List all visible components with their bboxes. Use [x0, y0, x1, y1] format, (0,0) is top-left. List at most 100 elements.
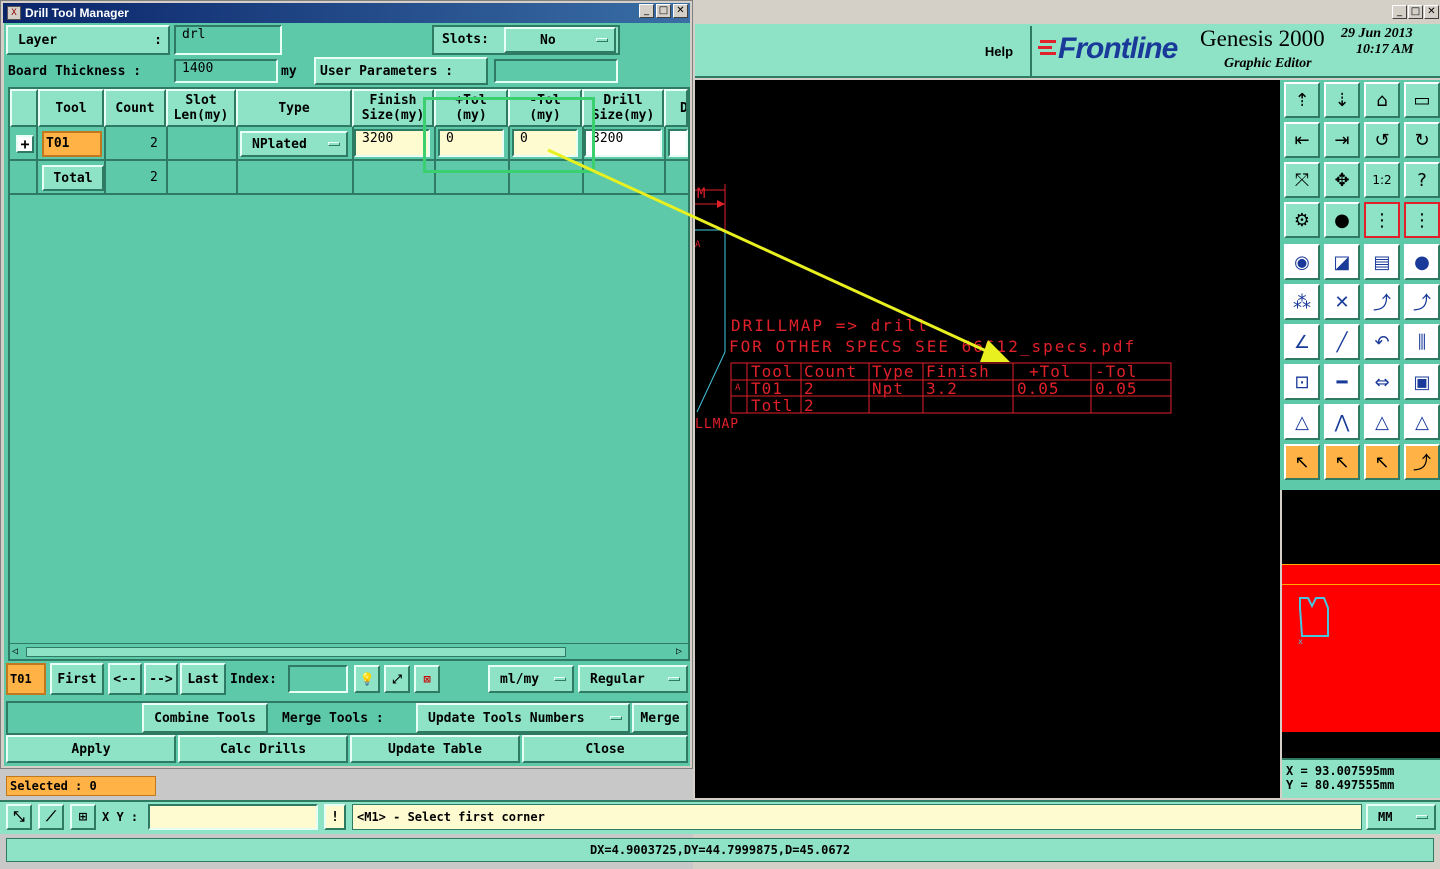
- scroll-left-icon[interactable]: ◁: [12, 646, 18, 657]
- col-header-finish-size[interactable]: Finish Size(my): [352, 89, 434, 127]
- save-icon[interactable]: ⇣: [1324, 82, 1360, 118]
- arc-icon[interactable]: ↶: [1364, 324, 1400, 360]
- triangle-2-icon[interactable]: ⋀: [1324, 404, 1360, 440]
- alert-icon-button[interactable]: !: [324, 804, 346, 830]
- snap-icon-button[interactable]: ⤡: [6, 804, 32, 830]
- dialog-titlebar[interactable]: Drill Tool Manager: [3, 3, 690, 23]
- col-header-tool[interactable]: Tool: [38, 89, 104, 127]
- main-minimize-icon[interactable]: _: [1392, 5, 1407, 19]
- resize-icon-button[interactable]: ⤢: [384, 665, 410, 693]
- last-button[interactable]: Last: [180, 663, 226, 695]
- update-tool-numbers-dropdown[interactable]: Update Tools Numbers: [416, 703, 630, 733]
- select-2-icon[interactable]: ↖: [1324, 444, 1360, 480]
- delete-icon-button[interactable]: ⊠: [414, 665, 440, 693]
- angle-icon[interactable]: ∠: [1284, 324, 1320, 360]
- open-job-icon[interactable]: ⇡: [1284, 82, 1320, 118]
- import-icon[interactable]: ⇤: [1284, 122, 1320, 158]
- units-mm-dropdown[interactable]: MM: [1366, 804, 1436, 830]
- help-button[interactable]: Help: [972, 28, 1026, 74]
- layer-dropdown[interactable]: Layer :: [6, 25, 170, 55]
- apply-button[interactable]: Apply: [6, 735, 176, 763]
- canvas-row2-tool: Totl: [751, 396, 794, 415]
- user-parameters-button[interactable]: User Parameters :: [314, 57, 488, 85]
- connect-icon[interactable]: ⁂: [1284, 284, 1320, 320]
- slots-dropdown[interactable]: No: [504, 27, 616, 53]
- prev-button[interactable]: <--: [108, 663, 142, 695]
- merge-button[interactable]: Merge: [632, 703, 688, 733]
- pattern-icon[interactable]: ▣: [1404, 364, 1440, 400]
- layer-red-2-icon[interactable]: ⋮: [1404, 202, 1440, 238]
- finish-size-input[interactable]: 3200: [354, 129, 430, 157]
- preview-panel[interactable]: x: [1282, 490, 1440, 758]
- snap-point-icon[interactable]: ⊡: [1284, 364, 1320, 400]
- drill-size-input[interactable]: 3200: [584, 129, 662, 157]
- first-button[interactable]: First: [50, 663, 104, 695]
- triangle-icon[interactable]: △: [1284, 404, 1320, 440]
- graphic-canvas[interactable]: M A DRILLMAP => drill FOR OTHER SPECS SE…: [695, 80, 1280, 798]
- index-input[interactable]: [288, 665, 348, 693]
- diagonal-icon[interactable]: ╱: [1324, 324, 1360, 360]
- window-icon[interactable]: ▭: [1404, 82, 1440, 118]
- layer-input[interactable]: drl: [174, 25, 282, 55]
- combine-tools-button[interactable]: Combine Tools: [142, 703, 268, 733]
- pad-icon[interactable]: ◉: [1284, 244, 1320, 280]
- drill-icon[interactable]: ●: [1324, 202, 1360, 238]
- edit-shape-icon[interactable]: ◪: [1324, 244, 1360, 280]
- col-header-d[interactable]: D: [664, 89, 688, 127]
- user-parameters-input[interactable]: [494, 59, 618, 83]
- d-input[interactable]: [668, 129, 688, 157]
- close-icon[interactable]: ✕: [673, 4, 688, 18]
- maximize-icon[interactable]: □: [656, 4, 671, 18]
- dimension-icon[interactable]: ⇔: [1364, 364, 1400, 400]
- help-icon[interactable]: ?: [1404, 162, 1440, 198]
- xy-input[interactable]: [148, 804, 318, 830]
- expand-row-icon[interactable]: +: [16, 135, 34, 153]
- col-slot-len-label: Slot Len(my): [173, 93, 229, 123]
- cross-icon[interactable]: ✕: [1324, 284, 1360, 320]
- home-icon[interactable]: ⌂: [1364, 82, 1400, 118]
- triangle-3-icon[interactable]: △: [1364, 404, 1400, 440]
- next-button[interactable]: -->: [144, 663, 178, 695]
- fit-icon[interactable]: ⤧: [1284, 162, 1320, 198]
- one-to-one-icon[interactable]: 1:2: [1364, 162, 1400, 198]
- circle-icon[interactable]: ●: [1404, 244, 1440, 280]
- layer-value: drl: [182, 27, 206, 42]
- redo-icon[interactable]: ↻: [1404, 122, 1440, 158]
- type-dropdown[interactable]: NPlated: [240, 131, 348, 157]
- calc-drills-button[interactable]: Calc Drills: [178, 735, 348, 763]
- flip-icon[interactable]: ⫼: [1404, 324, 1440, 360]
- line-point-icon[interactable]: ⤴: [1364, 284, 1400, 320]
- tool-cell-t01[interactable]: T01: [42, 131, 102, 157]
- dropdown-bar-icon: [596, 38, 608, 42]
- line-point-2-icon[interactable]: ⤴: [1404, 284, 1440, 320]
- export-icon[interactable]: ⇥: [1324, 122, 1360, 158]
- ruler-icon[interactable]: ▤: [1364, 244, 1400, 280]
- scroll-thumb[interactable]: [26, 647, 566, 657]
- scroll-right-icon[interactable]: ▷: [676, 646, 682, 657]
- layer-red-icon[interactable]: ⋮: [1364, 202, 1400, 238]
- select-3-icon[interactable]: ↖: [1364, 444, 1400, 480]
- col-header-slot-len[interactable]: Slot Len(my): [166, 89, 236, 127]
- triangle-4-icon[interactable]: △: [1404, 404, 1440, 440]
- main-maximize-icon[interactable]: □: [1408, 5, 1423, 19]
- measure-icon-button[interactable]: ⟋: [38, 804, 64, 830]
- board-thickness-input[interactable]: 1400: [174, 59, 278, 83]
- minimize-icon[interactable]: _: [639, 4, 654, 18]
- settings-icon[interactable]: ⚙: [1284, 202, 1320, 238]
- select-4-icon[interactable]: ⤴: [1404, 444, 1440, 480]
- undo-icon[interactable]: ↺: [1364, 122, 1400, 158]
- total-button[interactable]: Total: [42, 165, 104, 191]
- col-header-count[interactable]: Count: [104, 89, 166, 127]
- update-table-button[interactable]: Update Table: [350, 735, 520, 763]
- horizontal-scrollbar[interactable]: ◁ ▷: [10, 643, 688, 659]
- center-line-icon[interactable]: ━: [1324, 364, 1360, 400]
- col-header-type[interactable]: Type: [236, 89, 352, 127]
- select-icon[interactable]: ↖: [1284, 444, 1320, 480]
- grid-icon-button[interactable]: ⊞: [70, 804, 96, 830]
- mode-dropdown[interactable]: Regular: [578, 665, 688, 693]
- units-dropdown[interactable]: ml/my: [488, 665, 574, 693]
- close-button[interactable]: Close: [522, 735, 688, 763]
- main-close-icon[interactable]: ✕: [1424, 5, 1439, 19]
- bulb-icon-button[interactable]: 💡: [354, 665, 380, 693]
- pan-icon[interactable]: ✥: [1324, 162, 1360, 198]
